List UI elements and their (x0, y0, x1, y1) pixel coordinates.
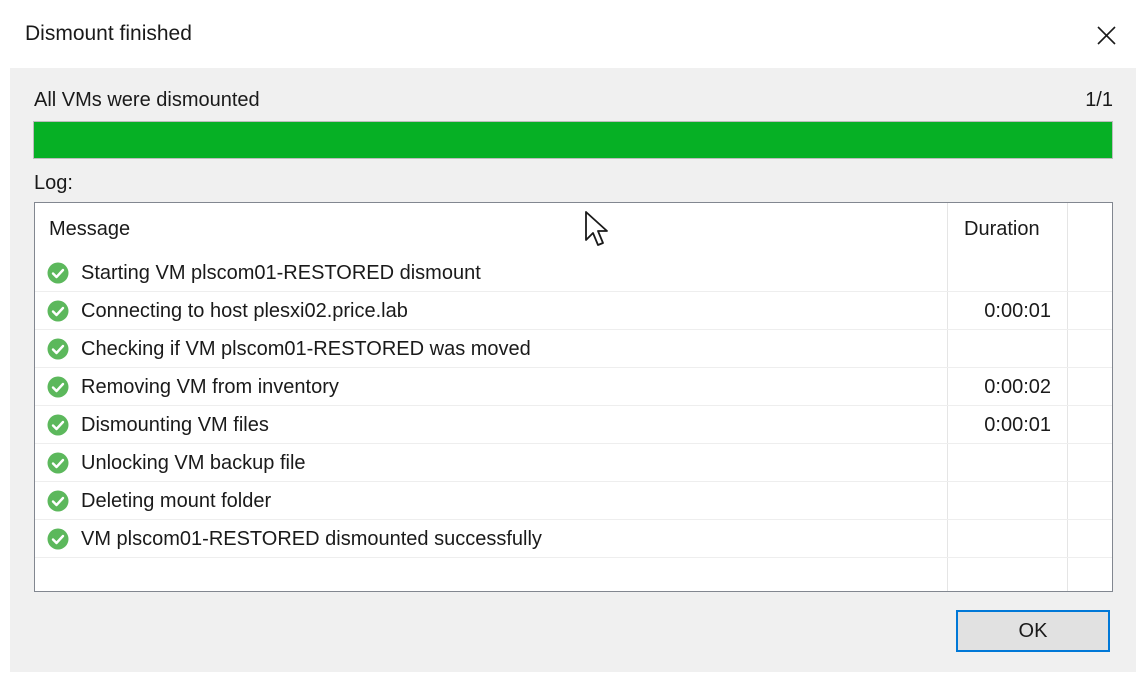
log-message: Checking if VM plscom01-RESTORED was mov… (81, 338, 531, 360)
log-duration: 0:00:01 (984, 414, 1051, 436)
log-row[interactable]: Unlocking VM backup file (35, 444, 1112, 482)
log-row[interactable]: Starting VM plscom01-RESTORED dismount (35, 254, 1112, 292)
log-row[interactable]: VM plscom01-RESTORED dismounted successf… (35, 520, 1112, 558)
window-title: Dismount finished (25, 22, 192, 45)
log-message: VM plscom01-RESTORED dismounted successf… (81, 528, 542, 550)
progress-bar (33, 121, 1113, 159)
success-check-icon (47, 376, 69, 398)
progress-bar-fill (34, 122, 1112, 158)
close-icon (1097, 26, 1116, 45)
log-message: Starting VM plscom01-RESTORED dismount (81, 262, 481, 284)
title-bar: Dismount finished (0, 0, 1141, 68)
success-check-icon (47, 528, 69, 550)
column-header-duration[interactable]: Duration (964, 218, 1040, 241)
close-button[interactable] (1086, 16, 1126, 56)
success-check-icon (47, 452, 69, 474)
column-header-message[interactable]: Message (49, 218, 130, 241)
log-row[interactable]: Removing VM from inventory 0:00:02 (35, 368, 1112, 406)
success-check-icon (47, 490, 69, 512)
log-message: Connecting to host plesxi02.price.lab (81, 300, 408, 322)
log-message: Unlocking VM backup file (81, 452, 306, 474)
log-message: Dismounting VM files (81, 414, 269, 436)
dialog-content: All VMs were dismounted 1/1 Log: Message… (10, 68, 1136, 672)
progress-count: 1/1 (1085, 89, 1113, 111)
log-rows: Starting VM plscom01-RESTORED dismount Co… (35, 254, 1112, 558)
log-row[interactable]: Dismounting VM files 0:00:01 (35, 406, 1112, 444)
log-duration: 0:00:02 (984, 376, 1051, 398)
log-row[interactable]: Connecting to host plesxi02.price.lab 0:0… (35, 292, 1112, 330)
log-row[interactable]: Checking if VM plscom01-RESTORED was mov… (35, 330, 1112, 368)
success-check-icon (47, 300, 69, 322)
success-check-icon (47, 262, 69, 284)
progress-status: All VMs were dismounted (34, 89, 260, 111)
success-check-icon (47, 338, 69, 360)
log-duration: 0:00:01 (984, 300, 1051, 322)
log-message: Deleting mount folder (81, 490, 272, 512)
success-check-icon (47, 414, 69, 436)
log-message: Removing VM from inventory (81, 376, 339, 398)
log-label: Log: (34, 172, 73, 194)
ok-button[interactable]: OK (956, 610, 1110, 652)
log-list[interactable]: Message Duration Starting VM plscom01-RE… (34, 202, 1113, 592)
log-row[interactable]: Deleting mount folder (35, 482, 1112, 520)
